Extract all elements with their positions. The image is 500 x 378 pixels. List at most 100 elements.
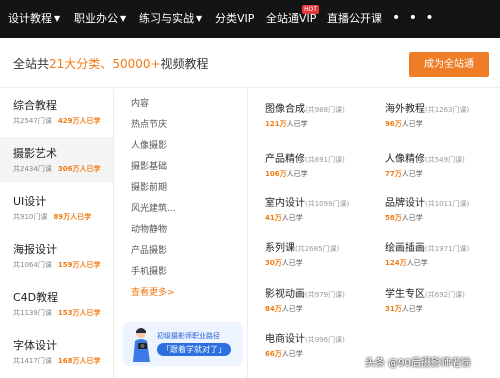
course-count: (共692门课) (425, 291, 465, 299)
category-courses: 共2434门课 (13, 165, 52, 173)
course-count: (共996门课) (305, 336, 345, 344)
category-name: 摄影艺术 (13, 147, 57, 160)
course-item[interactable]: 室内设计(共1099门课) 41万人已学 (265, 194, 362, 234)
course-learners: 66万 (265, 350, 282, 358)
course-learners-unit: 人已学 (401, 305, 423, 313)
nav-office[interactable]: 职业办公 ▼ (74, 0, 126, 38)
course-learners: 30万 (265, 259, 282, 267)
nav-label: 设计教程 (8, 12, 52, 25)
course-learners: 41万 (265, 214, 282, 222)
course-name: 图像合成 (265, 104, 305, 115)
course-learners-unit: 人已学 (286, 120, 308, 128)
course-learners-unit: 人已学 (406, 259, 428, 267)
course-name: 室内设计 (265, 198, 305, 209)
course-name: 影视动画 (265, 289, 305, 300)
category-name: 海报设计 (13, 243, 57, 256)
course-learners-unit: 人已学 (286, 170, 308, 178)
category-meta: 共1417门课 168万人已学 (13, 356, 113, 366)
course-name: 海外教程 (385, 104, 425, 115)
category-item[interactable]: C4D教程 共1139门课 153万人已学 (0, 281, 113, 326)
category-item[interactable]: 字体设计 共1417门课 168万人已学 (0, 329, 113, 374)
course-learners-unit: 人已学 (281, 305, 303, 313)
course-learners: 84万 (265, 305, 282, 313)
career-path-promo[interactable]: 初级摄影师职业路径 「跟着学就对了」 (123, 322, 243, 366)
course-learners: 124万 (385, 259, 407, 267)
nav-label: 分类VIP (215, 12, 255, 25)
subcategory-item[interactable]: 热点节庆 (131, 117, 167, 130)
course-learners: 106万 (265, 170, 287, 178)
category-learners: 168万人已学 (57, 357, 101, 365)
join-vip-button[interactable]: 成为全站通 (409, 52, 489, 77)
subcategory-item[interactable]: 内容 (131, 96, 149, 109)
course-count: (共1011门课) (425, 200, 470, 208)
chevron-down-icon: ▼ (54, 14, 61, 23)
category-item[interactable]: UI设计 共910门课 89万人已学 (0, 185, 113, 230)
category-learners: 429万人已学 (57, 117, 101, 125)
course-name: 品牌设计 (385, 198, 425, 209)
divider (113, 89, 114, 378)
chevron-down-icon: ▼ (196, 14, 203, 23)
nav-practice[interactable]: 练习与实战 ▼ (139, 0, 202, 38)
nav-design-tutorials[interactable]: 设计教程 ▼ (8, 0, 60, 38)
category-courses: 共1139门课 (13, 309, 52, 317)
course-item[interactable]: 图像合成(共988门课) 121万人已学 (265, 100, 362, 140)
course-count: (共1263门课) (425, 106, 470, 114)
course-item[interactable]: 系列课(共2685门课) 30万人已学 (265, 239, 362, 279)
nav-label: 职业办公 (74, 12, 118, 25)
category-name: 综合教程 (13, 99, 57, 112)
photographer-figure-icon (133, 328, 150, 362)
subcategory-item[interactable]: 摄影前期 (131, 180, 167, 193)
nav-live-class[interactable]: 直播公开课 (327, 0, 382, 38)
category-item[interactable]: 综合教程 共2547门课 429万人已学 (0, 89, 113, 134)
nav-label: 练习与实战 (139, 12, 194, 25)
course-item[interactable]: 电商设计(共996门课) 66万人已学 (265, 330, 362, 370)
course-item[interactable]: 绘画插画(共1971门课) 124万人已学 (385, 239, 482, 279)
subcategory-item[interactable]: 风光建筑... (131, 201, 176, 214)
category-meta: 共2434门课 306万人已学 (13, 164, 113, 174)
vip-banner: 全站共21大分类、50000+视频教程 成为全站通 (0, 38, 500, 88)
category-learners: 89万人已学 (53, 213, 92, 221)
course-name: 人像精修 (385, 154, 425, 165)
category-learners: 159万人已学 (57, 261, 101, 269)
course-count: (共1099门课) (305, 200, 350, 208)
nav-category-vip[interactable]: 分类VIP (215, 0, 254, 38)
category-courses: 共910门课 (13, 213, 48, 221)
category-item[interactable]: 海报设计 共1064门课 159万人已学 (0, 233, 113, 278)
promo-line1: 初级摄影师职业路径 (157, 332, 220, 340)
course-item[interactable]: 品牌设计(共1011门课) 58万人已学 (385, 194, 482, 234)
category-learners: 306万人已学 (57, 165, 101, 173)
course-learners: 58万 (385, 214, 402, 222)
chevron-down-icon: ▼ (120, 14, 127, 23)
promo-line2: 「跟着学就对了」 (157, 343, 231, 356)
course-count: (共979门课) (305, 291, 345, 299)
category-meta: 共1064门课 159万人已学 (13, 260, 113, 270)
course-name: 产品精修 (265, 154, 305, 165)
course-name: 系列课 (265, 243, 295, 254)
category-meta: 共2547门课 429万人已学 (13, 116, 113, 126)
category-learners: 153万人已学 (57, 309, 101, 317)
course-item[interactable]: 海外教程(共1263门课) 96万人已学 (385, 100, 482, 140)
category-item-active[interactable]: 摄影艺术 共2434门课 306万人已学 (0, 137, 113, 182)
banner-prefix: 全站共 (13, 57, 50, 71)
course-item[interactable]: 人像精修(共549门课) 77万人已学 (385, 150, 482, 190)
subcategory-item[interactable]: 手机摄影 (131, 264, 167, 277)
category-meta: 共910门课 89万人已学 (13, 212, 113, 222)
subcategory-item[interactable]: 人像摄影 (131, 138, 167, 151)
course-item[interactable]: 学生专区(共692门课) 31万人已学 (385, 285, 482, 325)
subcategory-item[interactable]: 动物静物 (131, 222, 167, 235)
course-learners-unit: 人已学 (281, 259, 303, 267)
top-nav: 设计教程 ▼ 职业办公 ▼ 练习与实战 ▼ 分类VIP 全站通VIP HOT 直播公开… (0, 0, 500, 38)
more-menu-icon[interactable]: • • • (392, 0, 436, 38)
course-count: (共1971门课) (425, 245, 470, 253)
course-item[interactable]: 产品精修(共691门课) 106万人已学 (265, 150, 362, 190)
see-more-link[interactable]: 查看更多> (131, 285, 175, 298)
category-courses: 共1417门课 (13, 357, 52, 365)
course-item[interactable]: 影视动画(共979门课) 84万人已学 (265, 285, 362, 325)
course-learners-unit: 人已学 (401, 170, 423, 178)
subcategory-item[interactable]: 产品摄影 (131, 243, 167, 256)
category-list: 综合教程 共2547门课 429万人已学 摄影艺术 共2434门课 306万人已学 … (0, 89, 113, 378)
course-name: 电商设计 (265, 334, 305, 345)
course-count: (共549门课) (425, 156, 465, 164)
course-learners: 96万 (385, 120, 402, 128)
subcategory-item[interactable]: 摄影基础 (131, 159, 167, 172)
